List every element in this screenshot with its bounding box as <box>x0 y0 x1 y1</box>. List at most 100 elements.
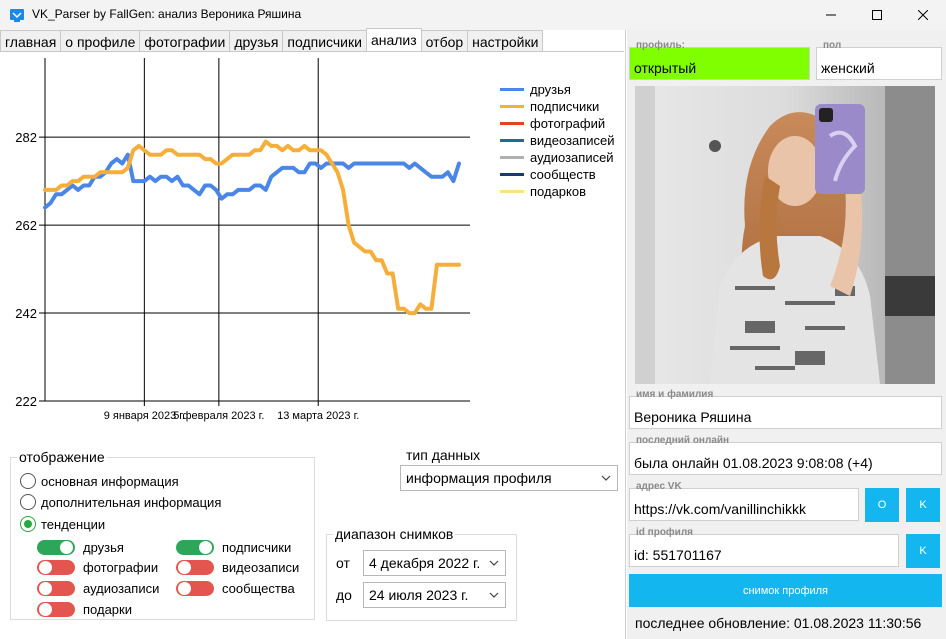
close-icon <box>918 10 928 20</box>
legend-label: аудиозаписей <box>530 150 614 165</box>
analysis-tab-content: 222 242 262 282 9 января 2023 г. 5 февраля 20… <box>0 51 624 637</box>
radio-label: основная информация <box>41 473 179 489</box>
toggle-videos[interactable]: видеозаписи <box>176 560 299 575</box>
legend-swatch <box>500 190 524 193</box>
legend-swatch <box>500 173 524 176</box>
toggle-switch[interactable] <box>176 581 214 596</box>
maximize-icon <box>872 10 882 20</box>
tab-strip: главная о профиле фотографии друзья подписчи… <box>0 28 544 52</box>
tab-1[interactable]: о профиле <box>60 30 141 52</box>
tab-6[interactable]: отбор <box>420 30 469 52</box>
snapshot-range-group: диапазон снимков от 4 декабря 2022 г. до… <box>326 526 517 621</box>
vk-address-caption: адрес VK <box>636 481 682 492</box>
toggle-audio[interactable]: аудиозаписи <box>37 581 159 596</box>
open-address-button[interactable]: O <box>865 488 899 522</box>
profile-id-field[interactable]: id профиля id: 551701167 <box>629 528 899 567</box>
legend-item: видеозаписей <box>500 132 615 149</box>
profile-panel: профиль: открытый пол женский имя и фами… <box>627 30 946 639</box>
legend-label: подписчики <box>530 99 600 114</box>
gender-value: женский <box>821 60 875 76</box>
legend-label: подарков <box>530 184 586 199</box>
data-type-value: информация профиля <box>406 470 552 486</box>
y-tick-label: 222 <box>15 394 37 409</box>
toggle-followers[interactable]: подписчики <box>176 540 291 555</box>
toggle-switch[interactable] <box>37 581 75 596</box>
profile-status-field: профиль: открытый <box>629 41 810 80</box>
toggle-photos[interactable]: фотографии <box>37 560 158 575</box>
radio-label: дополнительная информация <box>41 494 222 510</box>
radio-extra-info[interactable]: дополнительная информация <box>20 494 221 510</box>
name-field: имя и фамилия Вероника Ряшина <box>629 390 942 429</box>
toggle-switch[interactable] <box>176 540 214 555</box>
legend-swatch <box>500 105 524 108</box>
toggle-switch[interactable] <box>176 560 214 575</box>
toggle-friends[interactable]: друзья <box>37 540 124 555</box>
radio-button[interactable] <box>20 516 36 532</box>
snapshot-profile-button[interactable]: снимок профиля <box>629 574 942 607</box>
from-date-picker[interactable]: 4 декабря 2022 г. <box>363 550 506 576</box>
radio-button[interactable] <box>20 494 36 510</box>
tab-3[interactable]: друзья <box>229 30 284 52</box>
to-label: до <box>336 587 352 603</box>
maximize-button[interactable] <box>854 0 900 30</box>
data-type-select[interactable]: информация профиля <box>400 465 618 491</box>
app-icon <box>10 9 24 22</box>
chevron-down-icon <box>489 592 499 598</box>
profile-id-value[interactable]: id: 551701167 <box>634 547 722 563</box>
y-tick-label: 262 <box>15 218 37 233</box>
display-group: отображение основная информация дополнит… <box>10 449 315 620</box>
tab-7[interactable]: настройки <box>467 30 544 52</box>
toggle-switch[interactable] <box>37 602 75 617</box>
legend-item: сообществ <box>500 166 615 183</box>
profile-photo <box>635 86 935 384</box>
toggle-label: аудиозаписи <box>83 581 160 596</box>
gender-caption: пол <box>823 40 842 51</box>
y-tick-label: 282 <box>15 130 37 145</box>
copy-id-button[interactable]: K <box>906 534 940 568</box>
last-online-field: последний онлайн была онлайн 01.08.2023 … <box>629 436 942 475</box>
toggle-label: сообщества <box>222 581 295 596</box>
legend-swatch <box>500 88 524 91</box>
legend-label: фотографий <box>530 116 606 131</box>
profile-id-caption: id профиля <box>636 527 694 538</box>
chevron-down-icon <box>601 475 611 481</box>
window-title: VK_Parser by FallGen: анализ Вероника Ря… <box>32 7 302 21</box>
radio-basic-info[interactable]: основная информация <box>20 473 179 489</box>
last-online-value: была онлайн 01.08.2023 9:08:08 (+4) <box>634 455 873 471</box>
x-tick-label: 5 февраля 2023 г. <box>173 410 264 422</box>
y-tick-label: 242 <box>15 306 37 321</box>
toggle-switch[interactable] <box>37 560 75 575</box>
toggle-label: друзья <box>83 540 124 555</box>
tab-4[interactable]: подписчики <box>282 30 367 52</box>
toggle-label: фотографии <box>83 560 159 575</box>
to-date-picker[interactable]: 24 июля 2023 г. <box>363 582 506 608</box>
to-date-value: 24 июля 2023 г. <box>369 587 469 603</box>
radio-trends[interactable]: тенденции <box>20 516 105 532</box>
profile-status-caption: профиль: <box>636 40 685 51</box>
legend-swatch <box>500 156 524 159</box>
last-update-text: последнее обновление: 01.08.2023 11:30:5… <box>635 615 922 631</box>
legend-item: подарков <box>500 183 615 200</box>
close-button[interactable] <box>900 0 946 30</box>
vk-address-value[interactable]: https://vk.com/vanillinchikkk <box>634 501 806 517</box>
data-type-label: тип данных <box>406 447 481 463</box>
toggle-switch[interactable] <box>37 540 75 555</box>
tab-5[interactable]: анализ <box>365 28 422 52</box>
left-panel: главная о профиле фотографии друзья подписчи… <box>0 28 626 639</box>
last-online-caption: последний онлайн <box>636 435 730 446</box>
snapshot-range-title: диапазон снимков <box>333 526 456 542</box>
tab-0[interactable]: главная <box>0 30 62 52</box>
series-line-друзья <box>43 152 461 210</box>
copy-address-button[interactable]: K <box>906 488 940 522</box>
toggle-communities[interactable]: сообщества <box>176 581 295 596</box>
radio-button[interactable] <box>20 473 36 489</box>
toggle-gifts[interactable]: подарки <box>37 602 132 617</box>
legend-item: друзья <box>500 81 615 98</box>
vk-address-field[interactable]: адрес VK https://vk.com/vanillinchikkk <box>629 482 859 521</box>
toggle-label: подписчики <box>222 540 292 555</box>
legend-label: друзья <box>530 82 571 97</box>
tab-2[interactable]: фотографии <box>139 30 231 52</box>
title-bar: VK_Parser by FallGen: анализ Вероника Ря… <box>0 0 946 30</box>
minimize-button[interactable] <box>808 0 854 30</box>
from-date-value: 4 декабря 2022 г. <box>369 555 481 571</box>
